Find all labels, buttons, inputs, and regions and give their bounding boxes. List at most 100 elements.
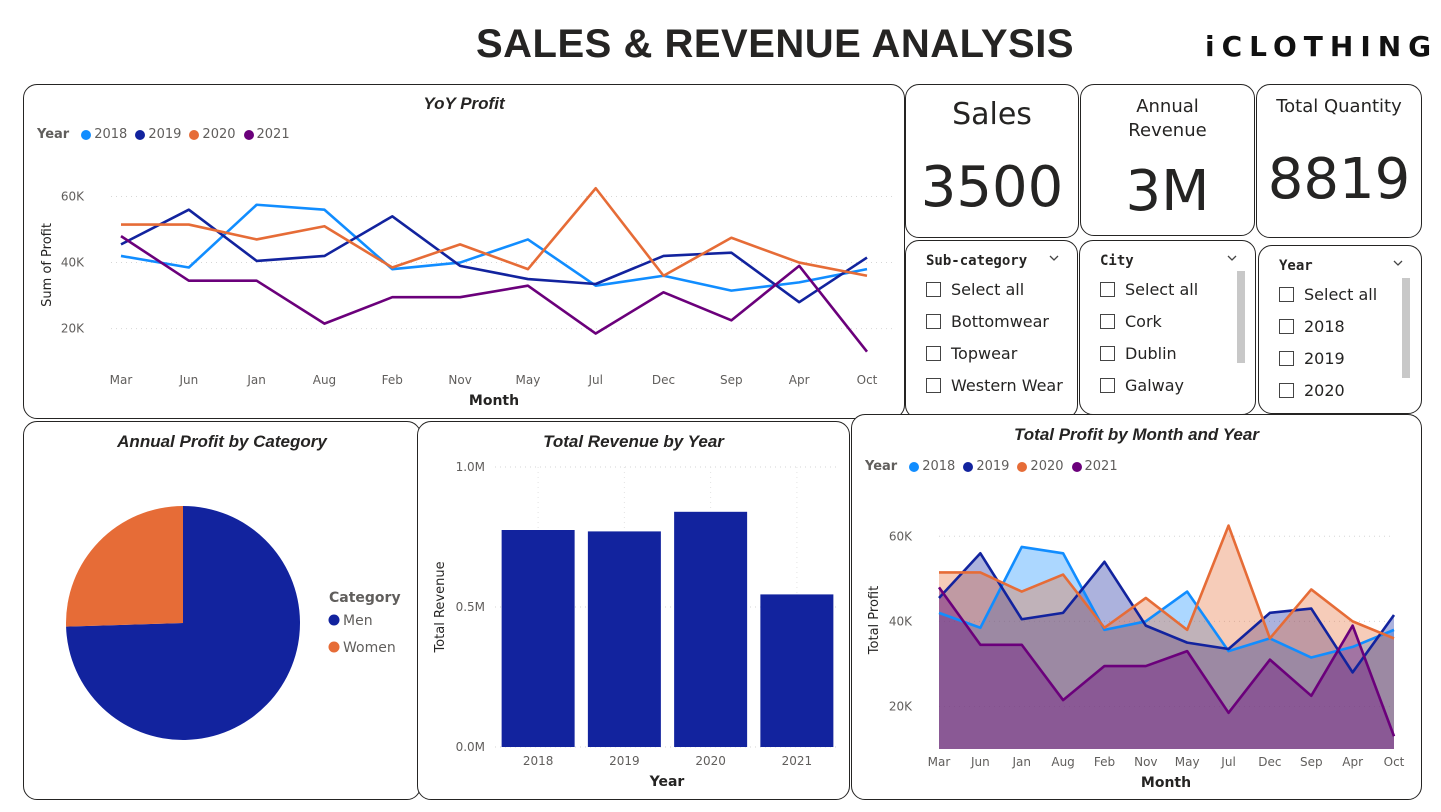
x-axis-label: Month [469, 393, 519, 409]
scrollbar[interactable] [1402, 278, 1410, 378]
y-tick-label: 0.5M [456, 600, 485, 614]
slicer-option[interactable]: 2019 [1279, 342, 1377, 374]
legend-title: Category [329, 590, 401, 606]
slicer-option[interactable]: Select all [1279, 278, 1377, 310]
x-tick-label: 2018 [523, 754, 554, 768]
revenue-by-year-card[interactable]: Total Revenue by Year 0.0M 0.5M 1.0M 2018 20… [417, 421, 850, 800]
y-tick-label: 60K [61, 190, 85, 204]
x-tick-label: Oct [1384, 755, 1405, 769]
profit-by-month-year-card[interactable]: Total Profit by Month and Year Year 2018 2… [851, 414, 1422, 800]
y-axis-label: Total Profit [867, 586, 882, 655]
y-tick-label: 60K [889, 529, 913, 543]
checkbox[interactable] [926, 313, 941, 329]
slicer-option[interactable]: 2020 [1279, 374, 1377, 406]
checkbox[interactable] [926, 377, 941, 393]
y-tick-label: 1.0M [456, 460, 485, 474]
y-axis-label: Total Revenue [433, 561, 448, 653]
x-tick-label: Nov [1134, 755, 1157, 769]
checkbox[interactable] [1100, 377, 1115, 393]
pie-chart: Category Men Women [66, 506, 401, 740]
year-slicer-title: Year [1279, 258, 1313, 274]
y-tick-label: 20K [889, 699, 913, 713]
area-chart: 20K 40K 60K Mar Jun Jan Aug Feb Nov May Jul Dec Sep A… [867, 524, 1405, 791]
checkbox[interactable] [1279, 350, 1294, 366]
checkbox[interactable] [1100, 281, 1115, 297]
x-tick-label: Dec [652, 373, 675, 387]
x-tick-label: Sep [1300, 755, 1323, 769]
slicer-option[interactable]: Bottomwear [926, 305, 1063, 337]
yoy-profit-card[interactable]: YoY Profit Year 2018 2019 2020 2021 20K 40K 60… [23, 84, 905, 419]
checkbox[interactable] [1279, 318, 1294, 334]
checkbox[interactable] [1100, 345, 1115, 361]
kpi-revenue-label: Annual Revenue [1128, 96, 1207, 141]
x-tick-label: Jun [970, 755, 990, 769]
chevron-down-icon[interactable] [1227, 253, 1237, 263]
bar-2019 [587, 531, 661, 747]
x-tick-label: Nov [448, 373, 471, 387]
pie-slice-women [66, 506, 183, 627]
kpi-sales-card: Sales 3500 [905, 84, 1079, 238]
chevron-down-icon[interactable] [1393, 258, 1403, 268]
legend-marker [328, 614, 340, 626]
checkbox[interactable] [926, 345, 941, 361]
checkbox[interactable] [926, 281, 941, 297]
bar-2018 [501, 530, 575, 747]
x-tick-label: Jun [178, 373, 198, 387]
yoy-profit-chart: 20K 40K 60K Mar Jun Jan Aug Feb Nov May Jul Dec Sep A… [40, 186, 894, 409]
x-tick-label: Aug [313, 373, 336, 387]
city-slicer-title: City [1100, 253, 1134, 269]
kpi-quantity-value: 8819 [1267, 147, 1411, 212]
kpi-sales-label: Sales [952, 97, 1032, 132]
kpi-revenue-value: 3M [1125, 159, 1210, 224]
x-tick-label: Feb [382, 373, 403, 387]
slicer-option[interactable]: Cork [1100, 305, 1198, 337]
x-tick-label: Sep [720, 373, 743, 387]
y-tick-label: 40K [61, 256, 85, 270]
x-axis-label: Year [649, 774, 685, 790]
kpi-sales-value: 3500 [920, 155, 1064, 220]
x-tick-label: Apr [789, 373, 810, 387]
city-slicer[interactable]: City Select all Cork Dublin Galway [1079, 240, 1256, 415]
x-tick-label: Jan [1011, 755, 1031, 769]
kpi-quantity-card: Total Quantity 8819 [1256, 84, 1422, 238]
x-tick-label: May [1175, 755, 1200, 769]
legend-label: Women [343, 640, 396, 656]
slicer-option[interactable]: Select all [1100, 273, 1198, 305]
x-tick-label: Oct [857, 373, 878, 387]
x-tick-label: Jul [587, 373, 602, 387]
x-tick-label: Mar [110, 373, 133, 387]
scrollbar[interactable] [1237, 271, 1245, 363]
year-slicer[interactable]: Year Select all 2018 2019 2020 [1258, 245, 1422, 414]
brand-logo: iCLOTHING [1205, 30, 1439, 63]
bar-2021 [760, 594, 834, 747]
checkbox[interactable] [1279, 286, 1294, 302]
y-tick-label: 40K [889, 614, 913, 628]
x-tick-label: 2021 [782, 754, 813, 768]
chevron-down-icon[interactable] [1049, 253, 1059, 263]
slicer-option[interactable]: Dublin [1100, 337, 1198, 369]
subcategory-slicer-title: Sub-category [926, 253, 1028, 269]
y-tick-label: 20K [61, 322, 85, 336]
slicer-option[interactable]: 2018 [1279, 310, 1377, 342]
profit-by-category-card[interactable]: Annual Profit by Category Category Men Wom… [23, 421, 421, 800]
kpi-revenue-card: Annual Revenue 3M [1080, 84, 1255, 236]
x-tick-label: May [516, 373, 541, 387]
slicer-option[interactable]: Select all [926, 273, 1063, 305]
checkbox[interactable] [1279, 382, 1294, 398]
slicer-option[interactable]: Galway [1100, 369, 1198, 401]
x-tick-label: 2019 [609, 754, 640, 768]
legend-label: Men [343, 613, 373, 629]
page-title: SALES & REVENUE ANALYSIS [475, 22, 1075, 66]
subcategory-slicer[interactable]: Sub-category Select all Bottomwear Topwe… [905, 240, 1078, 419]
slicer-option[interactable]: Western Wear [926, 369, 1063, 401]
checkbox[interactable] [1100, 313, 1115, 329]
x-axis-label: Month [1141, 775, 1191, 791]
bar-chart: 0.0M 0.5M 1.0M 2018 2019 2020 2021 Year Total Re… [433, 460, 840, 790]
y-tick-label: 0.0M [456, 740, 485, 754]
x-tick-label: Apr [1342, 755, 1363, 769]
slicer-option[interactable]: Topwear [926, 337, 1063, 369]
series-line-2020 [121, 186, 868, 278]
kpi-quantity-label: Total Quantity [1276, 96, 1402, 117]
legend-marker [328, 641, 340, 653]
series-line-2021 [120, 235, 869, 353]
